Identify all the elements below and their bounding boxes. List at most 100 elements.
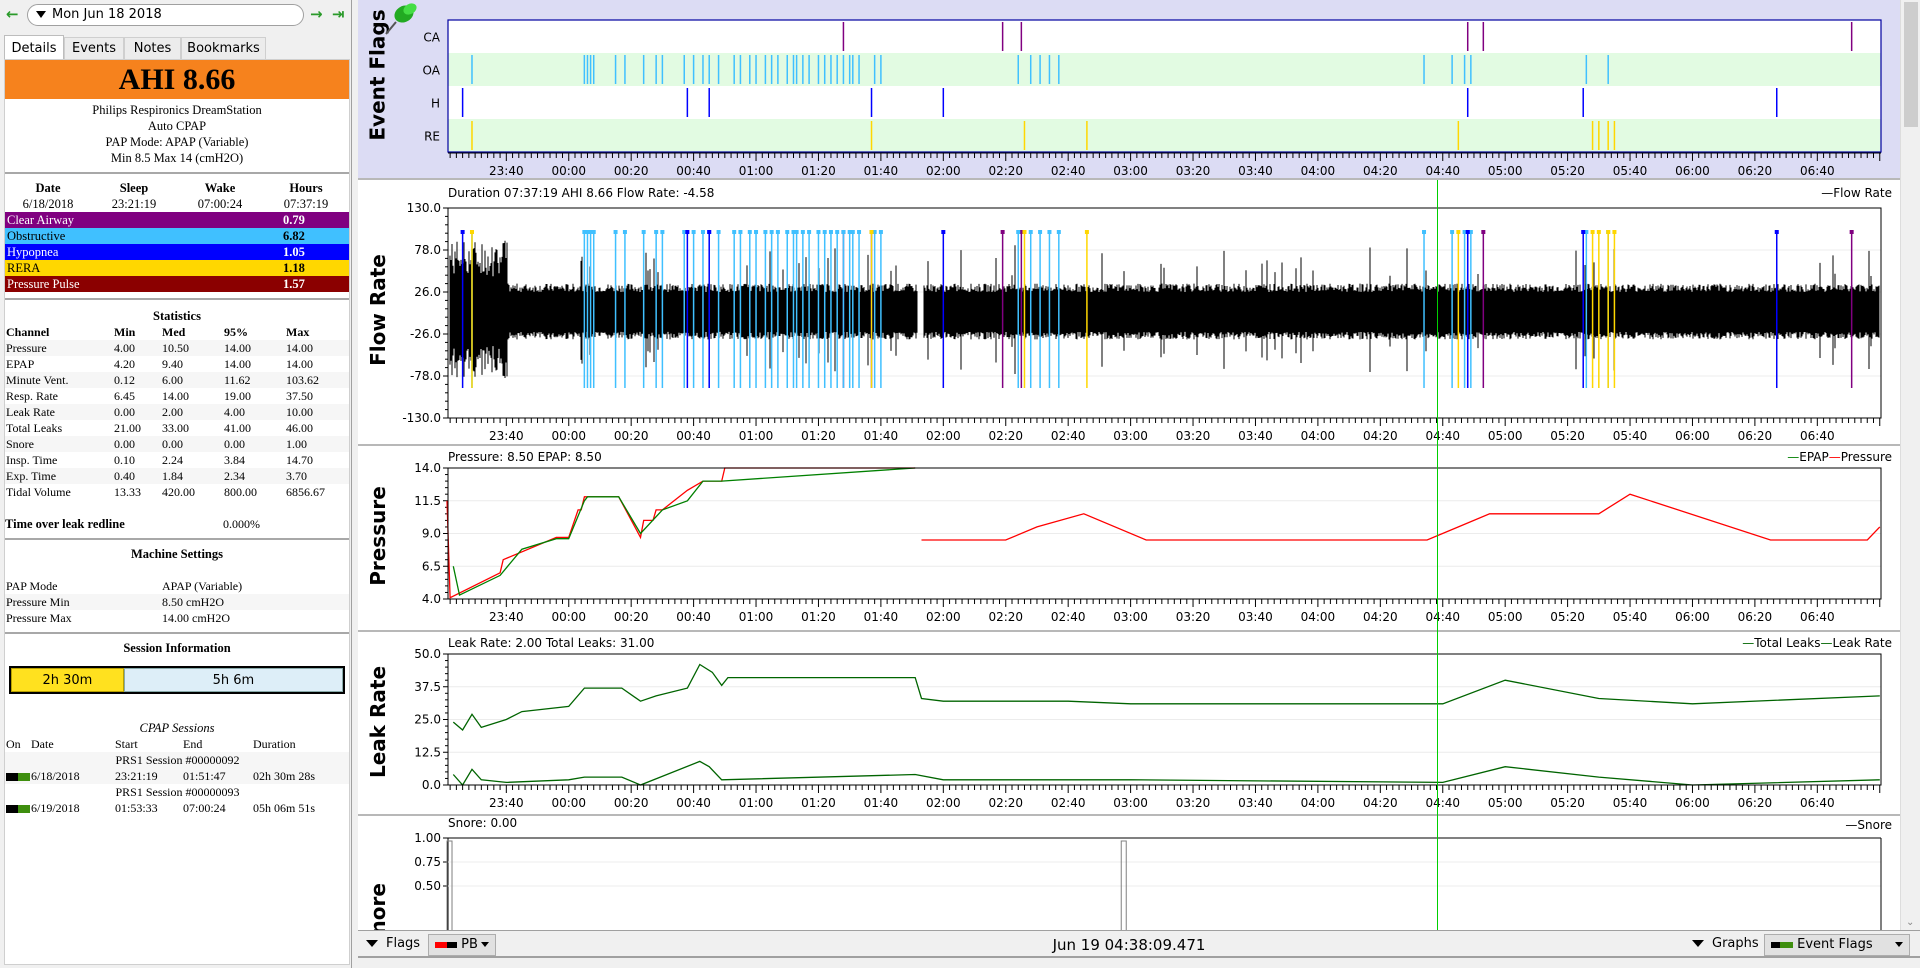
flag-row-label-ca: CA [423, 31, 440, 45]
arrow-to-end-icon[interactable]: ⇥ [332, 5, 345, 23]
flow-event-marker [732, 230, 737, 234]
flow-event-marker [794, 230, 799, 234]
session-enabled-toggle[interactable] [6, 805, 30, 814]
stats-cell: 2.34 [223, 468, 285, 484]
event-value: 6.82 [283, 229, 305, 243]
time-cursor [1436, 180, 1438, 930]
arrow-right-icon[interactable]: → [310, 5, 323, 23]
setting-value: 8.50 cmH2O [161, 594, 349, 610]
x-tick-label: 02:20 [988, 429, 1023, 443]
flow-event-marker [785, 230, 790, 234]
flow-y-tick-label: -130.0 [402, 411, 441, 425]
x-tick-label: 01:00 [739, 164, 774, 178]
event-value: 1.05 [283, 245, 305, 259]
details-panel: AHI 8.66 Philips Respironics DreamStatio… [4, 59, 350, 965]
x-tick-label: 02:00 [926, 610, 961, 624]
event-row-pressure-pulse[interactable]: Pressure Pulse 1.57 [5, 276, 349, 292]
flow-event-marker [654, 230, 659, 234]
x-tick-label: 00:00 [551, 429, 586, 443]
stats-row: Exp. Time 0.40 1.84 2.34 3.70 [5, 468, 349, 484]
scrollbar-thumb[interactable] [1904, 2, 1918, 127]
session-header: Date [31, 737, 54, 751]
stats-row: Insp. Time 0.10 2.24 3.84 14.70 [5, 452, 349, 468]
stats-cell: Snore [5, 436, 113, 452]
flow-event-marker [841, 230, 846, 234]
flow-event-marker [613, 230, 618, 234]
stats-header: Channel [6, 325, 50, 339]
event-row-clear-airway[interactable]: Clear Airway 0.79 [5, 212, 349, 228]
x-tick-label: 03:00 [1113, 164, 1148, 178]
session-enabled-toggle[interactable] [6, 773, 30, 782]
leak-rate-plot[interactable]: 50.0 37.5 25.0 12.5 0.0 23:40 00:00 00:20 00:40 0… [358, 632, 1900, 816]
series-leak-rate [452, 760, 1880, 787]
event-row-hypopnea[interactable]: Hypopnea 1.05 [5, 244, 349, 260]
tab-details[interactable]: Details [4, 35, 64, 60]
session-row[interactable]: 6/18/2018 23:21:19 01:51:47 02h 30m 28s [5, 768, 349, 784]
flow-event-marker [738, 230, 743, 234]
event-row-obstructive[interactable]: Obstructive 6.82 [5, 228, 349, 244]
flow-rate-graph[interactable]: Duration 07:37:19 AHI 8.66 Flow Rate: -4… [358, 180, 1900, 446]
tab-notes[interactable]: Notes [124, 37, 181, 59]
flow-event-marker [1084, 230, 1089, 234]
stats-cell: 9.40 [162, 357, 183, 371]
x-tick-label: 00:40 [676, 164, 711, 178]
flag-row-band [448, 119, 1881, 152]
pressure-graph[interactable]: Pressure: 8.50 EPAP: 8.50 —EPAP—Pressure… [358, 446, 1900, 632]
x-tick-label: 04:40 [1425, 610, 1460, 624]
session-segment-2[interactable]: 5h 6m [123, 668, 343, 692]
scroll-down-icon[interactable]: ⌄ [1906, 917, 1914, 928]
x-tick-label: 06:20 [1738, 429, 1773, 443]
x-tick-label: 03:00 [1113, 796, 1148, 810]
event-value: 0.79 [283, 213, 305, 227]
stats-cell: 21.00 [114, 421, 141, 435]
cpap-sessions-title: CPAP Sessions [139, 721, 215, 735]
graphs-select[interactable]: Event Flags [1764, 934, 1910, 956]
session-start: 23:21:19 [114, 768, 182, 784]
setting-value: 14.00 cmH2O [162, 611, 230, 625]
chevron-down-icon [1692, 940, 1704, 947]
sleep-values: 6/18/2018 23:21:19 07:00:24 07:37:19 [5, 196, 349, 212]
statistics-table: Channel Min Med 95% Max Pressure 4.00 10.50 14.0… [5, 324, 349, 500]
snore-graph[interactable]: Snore: 0.00 —Snore Snore 1.00 0.75 0.50 [358, 816, 1900, 930]
stats-cell: 14.00 [223, 340, 285, 356]
flow-event-marker [1774, 230, 1779, 234]
tab-bookmarks[interactable]: Bookmarks [181, 37, 266, 59]
flow-event-marker [685, 230, 690, 234]
event-row-rera[interactable]: RERA 1.18 [5, 260, 349, 276]
x-tick-label: 05:40 [1613, 610, 1648, 624]
session-row[interactable]: 6/19/2018 01:53:33 07:00:24 05h 06m 51s [5, 800, 349, 816]
leak-rate-graph[interactable]: Leak Rate: 2.00 Total Leaks: 31.00 —Tota… [358, 632, 1900, 816]
flow-event-marker [775, 230, 780, 234]
setting-label: Pressure Max [6, 611, 72, 625]
flow-event-marker [1581, 230, 1586, 234]
graphs-toggle[interactable]: Graphs [1692, 936, 1759, 951]
stats-cell: 4.00 [223, 404, 285, 420]
x-tick-label: 03:20 [1176, 429, 1211, 443]
flow-event-marker [1016, 230, 1021, 234]
stats-cell: 41.00 [224, 421, 251, 435]
event-index-list: Clear Airway 0.79 Obstructive 6.82 Hypopne… [5, 212, 349, 292]
arrow-left-icon[interactable]: ← [6, 5, 19, 23]
stats-cell: Insp. Time [6, 453, 58, 467]
flag-row-label-oa: OA [423, 64, 441, 78]
event-label: Pressure Pulse [7, 277, 80, 291]
tab-events[interactable]: Events [64, 37, 124, 59]
event-flags-plot[interactable]: CA OA H RE 23:40 00:00 00:20 00:40 01:00 01:20 01:… [358, 0, 1900, 180]
flow-y-tick-label: 78.0 [414, 243, 441, 257]
graph-scrollbar[interactable]: ⌄ [1900, 0, 1920, 930]
pressure-plot[interactable]: 14.0 11.5 9.0 6.5 4.0 23:40 00:00 00:20 00:40 01:… [358, 446, 1900, 632]
date-picker[interactable]: Mon Jun 18 2018 [27, 4, 304, 26]
snore-plot[interactable]: 1.00 0.75 0.50 [358, 816, 1900, 930]
stats-cell: 1.00 [285, 436, 349, 452]
chevron-down-icon[interactable] [36, 11, 46, 18]
stats-header: Min [114, 325, 136, 339]
event-flags-graph[interactable]: Event Flags CA OA H RE 23:40 00:00 00:20 00:40 0… [358, 0, 1900, 180]
x-tick-label: 00:20 [614, 610, 649, 624]
x-tick-label: 04:00 [1301, 610, 1336, 624]
x-tick-label: 02:20 [988, 796, 1023, 810]
flow-y-tick-label: 26.0 [414, 285, 441, 299]
session-segment-1[interactable]: 2h 30m [11, 668, 124, 692]
stats-row: EPAP 4.20 9.40 14.00 14.00 [5, 356, 349, 372]
x-tick-label: 00:00 [551, 796, 586, 810]
flow-rate-plot[interactable]: 130.0 78.0 26.0 -26.0 -78.0 -130.0 23:40 00:00 0… [358, 180, 1900, 446]
